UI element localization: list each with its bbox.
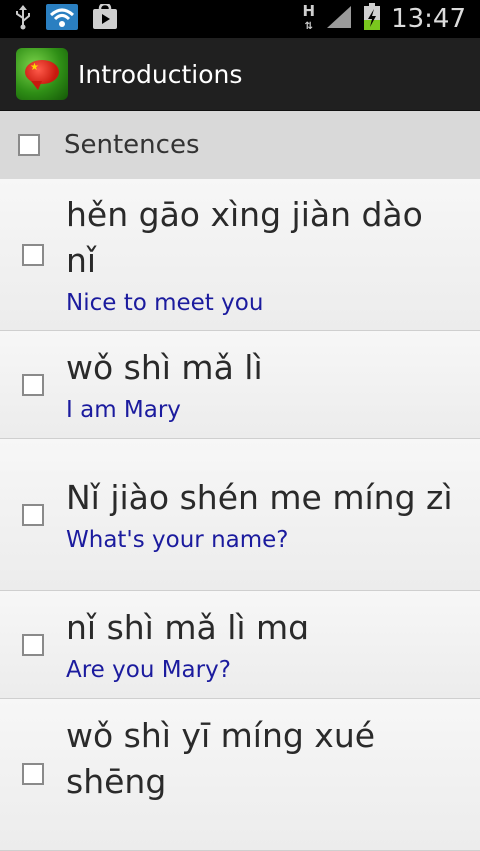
list-item[interactable]: wǒ shì yī míng xué shēng (0, 699, 480, 851)
clock: 13:47 (391, 4, 466, 34)
status-left (0, 4, 118, 34)
translation-text: I am Mary (66, 395, 462, 425)
item-checkbox[interactable] (22, 634, 44, 656)
list-item[interactable]: hěn gāo xìng jiàn dào nǐ Nice to meet yo… (0, 179, 480, 331)
list-item[interactable]: Nǐ jiào shén me míng zì What's your name… (0, 439, 480, 591)
app-logo-icon[interactable]: ★ (16, 48, 68, 100)
play-store-icon (92, 4, 118, 34)
item-checkbox[interactable] (22, 374, 44, 396)
network-type-indicator: H⇅ (303, 5, 316, 33)
item-text: wǒ shì yī míng xué shēng (66, 713, 480, 805)
item-checkbox[interactable] (22, 244, 44, 266)
page-title: Introductions (78, 60, 242, 89)
sentence-list: hěn gāo xìng jiàn dào nǐ Nice to meet yo… (0, 179, 480, 851)
item-text: wǒ shì mǎ lì I am Mary (66, 345, 480, 425)
translation-text: What's your name? (66, 525, 462, 555)
status-bar: H⇅ 13:47 (0, 0, 480, 38)
select-all-checkbox[interactable] (18, 134, 40, 156)
list-item[interactable]: nǐ shì mǎ lì mɑ Are you Mary? (0, 591, 480, 699)
item-checkbox[interactable] (22, 504, 44, 526)
pinyin-text: wǒ shì mǎ lì (66, 345, 462, 391)
battery-charging-icon (363, 3, 381, 35)
action-bar: ★ Introductions (0, 38, 480, 111)
item-checkbox[interactable] (22, 763, 44, 785)
pinyin-text: hěn gāo xìng jiàn dào nǐ (66, 192, 462, 284)
pinyin-text: Nǐ jiào shén me míng zì (66, 475, 462, 521)
section-title: Sentences (64, 130, 199, 160)
item-text: hěn gāo xìng jiàn dào nǐ Nice to meet yo… (66, 192, 480, 318)
status-right: H⇅ 13:47 (303, 3, 480, 35)
signal-icon (325, 4, 353, 34)
translation-text: Nice to meet you (66, 288, 462, 318)
section-header: Sentences (0, 111, 480, 179)
pinyin-text: wǒ shì yī míng xué shēng (66, 713, 462, 805)
wifi-icon (46, 4, 78, 34)
pinyin-text: nǐ shì mǎ lì mɑ (66, 605, 462, 651)
list-item[interactable]: wǒ shì mǎ lì I am Mary (0, 331, 480, 439)
translation-text: Are you Mary? (66, 655, 462, 685)
item-text: Nǐ jiào shén me míng zì What's your name… (66, 475, 480, 555)
usb-icon (14, 4, 32, 34)
item-text: nǐ shì mǎ lì mɑ Are you Mary? (66, 605, 480, 685)
